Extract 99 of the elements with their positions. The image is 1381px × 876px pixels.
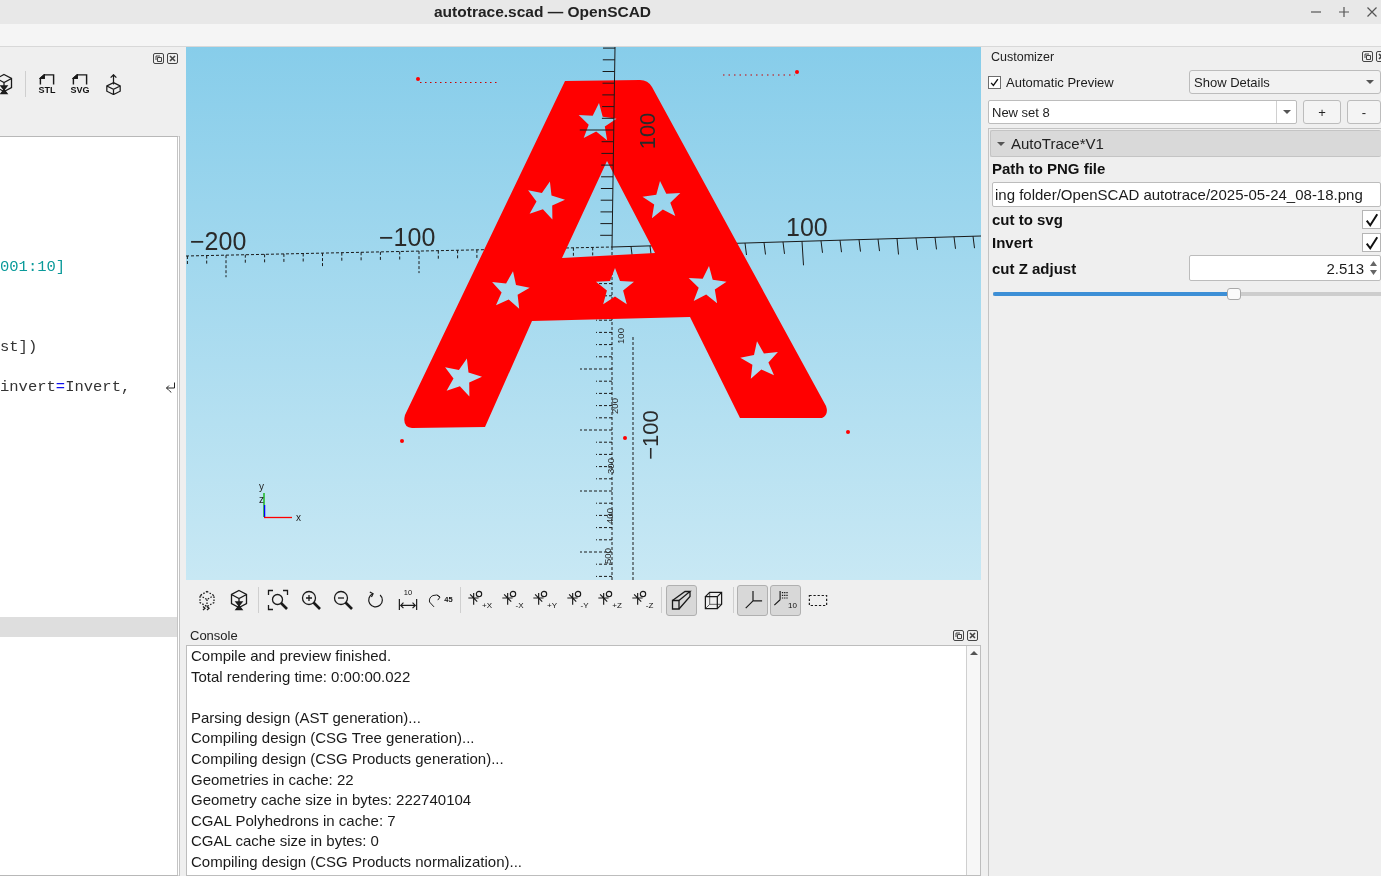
wireframe-cube-icon — [703, 589, 724, 611]
axis-eye-icon — [565, 589, 582, 606]
spinbox[interactable]: 2.513 — [1189, 255, 1381, 281]
code-line: st]) — [0, 337, 38, 357]
view-direction-button[interactable]: +Y — [529, 584, 560, 616]
panel-title: Console — [190, 627, 238, 643]
checkmark-icon — [1364, 212, 1379, 227]
checkbox[interactable] — [1362, 233, 1381, 252]
perspective-button[interactable] — [665, 584, 697, 616]
checkmark-icon — [1364, 235, 1379, 250]
3d-viewport[interactable]: −200 −100 100 100 −100 100 200 300 400 500 y z x — [186, 47, 981, 580]
dashed-rectangle-icon — [807, 593, 828, 607]
checkmark-icon — [990, 77, 999, 87]
axis-label: 200 — [609, 398, 620, 414]
parameter-label: cut to svg — [992, 211, 1063, 228]
axis-label: 400 — [604, 508, 615, 524]
stray-dot — [416, 77, 420, 81]
file-icon — [72, 73, 88, 85]
axis-label: 300 — [605, 458, 616, 474]
view-direction-button[interactable]: -Z — [626, 584, 658, 616]
slider-thumb[interactable] — [1226, 288, 1241, 300]
code-line: 001:10] — [0, 257, 66, 277]
cube-hourglass-icon — [228, 589, 250, 611]
float-icon[interactable] — [153, 53, 164, 64]
zoom-out-icon — [332, 589, 354, 611]
console-line: Geometries in cache: 22 — [191, 769, 355, 790]
axis-letter: y — [259, 481, 264, 492]
stray-dot — [623, 436, 627, 440]
file-icon — [39, 73, 55, 85]
axis-label: 100 — [635, 112, 660, 150]
parameter-label: Invert — [992, 234, 1033, 251]
view-direction-button[interactable]: -Y — [561, 584, 593, 616]
scroll-up-arrow-icon[interactable] — [969, 651, 978, 655]
parameter-label: Path to PNG file — [992, 159, 1107, 179]
stray-dot — [795, 70, 799, 74]
close-icon[interactable] — [167, 53, 178, 64]
zoom-fit-icon — [267, 589, 289, 611]
ruler-arrows-icon — [398, 597, 418, 611]
spin-arrows-icon[interactable] — [1370, 260, 1377, 276]
export-button[interactable]: SVG — [66, 69, 94, 99]
axis-eye-icon — [500, 589, 517, 606]
panel-title: Customizer — [991, 49, 1055, 64]
axis-ticks-icon — [773, 589, 790, 606]
orientation-axes-drawing — [263, 492, 293, 519]
console-line: Compiling design (CSG Tree generation)... — [191, 728, 476, 749]
stray-dot — [846, 430, 850, 434]
text-field[interactable]: ing folder/OpenSCAD autotrace/2025-05-24_08-18.png — [992, 182, 1381, 207]
perspective-box-icon — [670, 589, 692, 611]
console-line: Compile and preview finished. — [191, 646, 393, 666]
console-line: CGAL cache size in bytes: 0 — [191, 831, 380, 852]
show-axes-button[interactable] — [737, 584, 768, 616]
axis-letter: x — [296, 512, 301, 523]
preset-combobox[interactable]: New set 8 — [988, 100, 1297, 124]
window-title: autotrace.scad — OpenSCAD — [434, 3, 652, 21]
console-line: Geometry cache size in bytes: 222740104 — [191, 790, 473, 811]
float-icon[interactable] — [953, 629, 964, 641]
axis-label: 100 — [615, 328, 626, 344]
axis-label: −100 — [638, 410, 663, 460]
maximize-icon[interactable] — [1339, 7, 1349, 17]
parameter-label: cut Z adjust — [992, 259, 1077, 277]
dropdown-arrow-icon — [1282, 110, 1291, 114]
axis-eye-icon — [597, 589, 614, 606]
preset-button[interactable]: - — [1347, 100, 1381, 124]
scrollbar[interactable] — [966, 646, 980, 875]
checkbox-label: Automatic Preview — [1006, 74, 1114, 90]
view-direction-button[interactable]: +X — [464, 584, 495, 616]
checkbox[interactable] — [1362, 210, 1381, 229]
preset-button[interactable]: + — [1303, 100, 1341, 124]
circular-arrow-icon — [365, 590, 386, 610]
scale-markers-button[interactable]: 10 — [769, 584, 801, 616]
close-icon[interactable] — [967, 629, 978, 641]
axes-icon — [742, 590, 763, 610]
console-line: Parsing design (AST generation)... — [191, 707, 422, 728]
console-line: Compiling design (CSG Products generation)... — [191, 748, 505, 769]
code-line: invert=Invert, — [0, 377, 131, 397]
dropdown-arrow-icon — [1366, 80, 1374, 84]
axis-label: −100 — [379, 223, 436, 251]
view-direction-button[interactable]: -X — [496, 584, 528, 616]
code-editor[interactable]: 001:10] st]) invert=Invert, — [0, 136, 180, 876]
console-line: CGAL Polyhedrons in cache: 7 — [191, 810, 397, 831]
export-button[interactable]: STL — [33, 69, 61, 99]
dropdown[interactable]: Show Details — [1189, 70, 1381, 94]
axis-label: −200 — [190, 227, 247, 255]
axis-eye-icon — [630, 589, 647, 606]
axis-eye-icon — [532, 589, 548, 606]
group-header[interactable]: AutoTrace*V1 — [990, 130, 1381, 157]
console-line: Total rendering time: 0:00:00.022 — [191, 666, 412, 687]
close-icon[interactable] — [1367, 7, 1377, 17]
checkbox[interactable] — [988, 75, 1001, 89]
zoom-in-icon — [299, 589, 322, 611]
axis-label: 500 — [602, 548, 613, 564]
float-icon[interactable] — [1362, 51, 1373, 62]
view-direction-button[interactable]: +Z — [594, 584, 625, 616]
axis-eye-icon — [467, 589, 483, 606]
console-line: Compiling design (CSG Products normalization)... — [191, 851, 523, 872]
axis-letter: z — [259, 494, 264, 505]
axis-label: 100 — [786, 213, 828, 241]
curved-arrow-icon — [428, 592, 444, 608]
stray-dot — [400, 439, 404, 443]
